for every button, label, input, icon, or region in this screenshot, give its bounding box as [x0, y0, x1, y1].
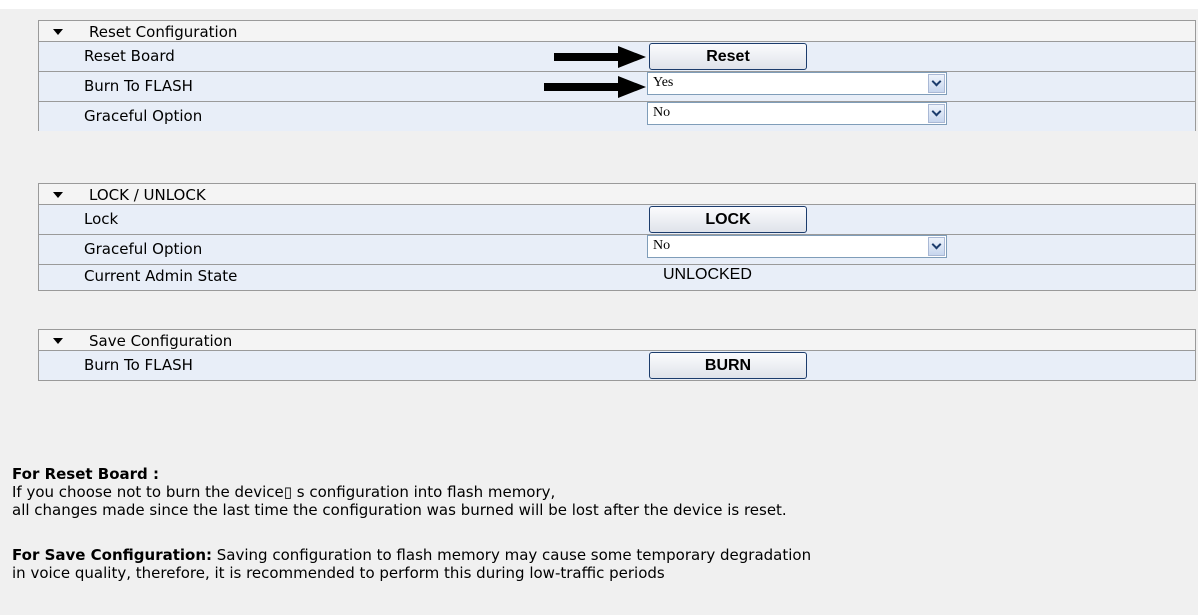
graceful-option-label: Graceful Option: [84, 107, 203, 125]
select-value: No: [653, 238, 671, 253]
dropdown-button[interactable]: [928, 74, 945, 93]
section-title: Reset Configuration: [89, 23, 238, 41]
reset-help-line: all changes made since the last time the…: [12, 501, 787, 519]
reset-board-row: Reset Board Reset: [39, 42, 1195, 71]
save-configuration-section: Save Configuration Burn To FLASH BURN: [38, 329, 1196, 381]
reset-help-heading: For Reset Board :: [12, 465, 159, 483]
graceful-option-select[interactable]: No: [647, 235, 947, 258]
triangle-down-icon[interactable]: [53, 338, 63, 344]
reset-button[interactable]: Reset: [649, 43, 807, 70]
graceful-option-select[interactable]: No: [647, 102, 947, 125]
reset-configuration-section: Reset Configuration Reset Board Reset Bu…: [38, 20, 1196, 131]
section-header[interactable]: LOCK / UNLOCK: [39, 183, 1195, 205]
graceful-option-row: Graceful Option No: [39, 234, 1195, 264]
burn-to-flash-label: Burn To FLASH: [84, 356, 193, 374]
save-help-line-2: in voice quality, therefore, it is recom…: [12, 564, 665, 582]
reset-board-label: Reset Board: [84, 47, 175, 65]
admin-state-value: UNLOCKED: [663, 266, 752, 283]
burn-to-flash-label: Burn To FLASH: [84, 77, 193, 95]
admin-state-label: Current Admin State: [84, 267, 238, 285]
chevron-down-icon: [931, 76, 942, 87]
triangle-down-icon[interactable]: [53, 192, 63, 198]
select-value: Yes: [653, 75, 674, 90]
reset-help-line: If you choose not to burn the device▯ s …: [12, 483, 556, 501]
lock-row: Lock LOCK: [39, 205, 1195, 234]
burn-button[interactable]: BURN: [649, 352, 807, 379]
section-header[interactable]: Save Configuration: [39, 329, 1195, 351]
dropdown-button[interactable]: [928, 237, 945, 256]
burn-to-flash-select[interactable]: Yes: [647, 72, 947, 95]
arrow-right-icon: [554, 46, 646, 68]
lock-label: Lock: [84, 210, 119, 228]
save-help-text: Saving configuration to flash memory may…: [212, 546, 812, 564]
triangle-down-icon[interactable]: [53, 29, 63, 35]
section-header[interactable]: Reset Configuration: [39, 20, 1195, 42]
burn-to-flash-row: Burn To FLASH Yes: [39, 71, 1195, 101]
burn-row: Burn To FLASH BURN: [39, 351, 1195, 380]
dropdown-button[interactable]: [928, 104, 945, 123]
chevron-down-icon: [931, 106, 942, 117]
select-value: No: [653, 105, 671, 120]
arrow-right-icon: [544, 76, 646, 98]
lock-button[interactable]: LOCK: [649, 206, 807, 233]
save-help-line-1: For Save Configuration: Saving configura…: [12, 546, 811, 564]
save-help-heading: For Save Configuration:: [12, 546, 213, 564]
top-strip: [0, 0, 1198, 9]
admin-state-row: Current Admin State UNLOCKED: [39, 264, 1195, 290]
reset-help: For Reset Board : If you choose not to b…: [12, 465, 787, 519]
chevron-down-icon: [931, 239, 942, 250]
graceful-option-label: Graceful Option: [84, 240, 203, 258]
lock-unlock-section: LOCK / UNLOCK Lock LOCK Graceful Option …: [38, 183, 1196, 291]
section-title: Save Configuration: [89, 332, 233, 350]
save-help: For Save Configuration: Saving configura…: [12, 546, 811, 582]
section-title: LOCK / UNLOCK: [89, 186, 206, 204]
graceful-option-row: Graceful Option No: [39, 101, 1195, 131]
